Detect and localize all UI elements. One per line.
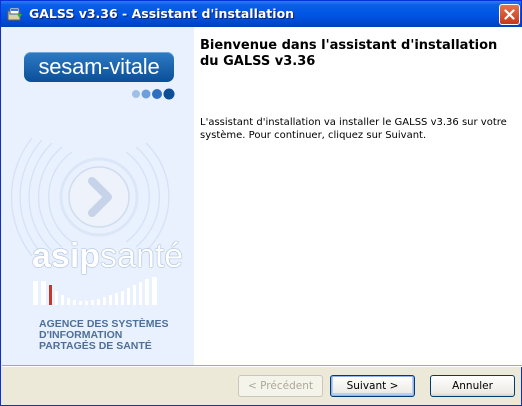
close-icon [504,5,515,24]
next-button[interactable]: Suivant > [330,375,415,397]
barcode-bars-icon [33,277,157,305]
window-title: GALSS v3.36 - Assistant d'installation [29,6,295,21]
installer-window: GALSS v3.36 - Assistant d'installation s… [0,0,522,406]
logo-dots-icon [132,88,175,100]
installer-icon [7,6,23,22]
back-button[interactable]: < Précédent [238,375,323,397]
welcome-heading: Bienvenue dans l'assistant d'installatio… [200,38,498,69]
agency-line: PARTAGÉS DE SANTÉ [39,340,152,352]
welcome-content: Bienvenue dans l'assistant d'installatio… [194,27,522,365]
button-separator [2,365,522,367]
asip-logo-bold: asip [32,237,101,275]
welcome-body: L'assistant d'installation va installer … [200,117,507,141]
cancel-button[interactable]: Annuler [430,375,515,397]
close-button[interactable] [499,4,520,25]
asip-sante-logo: asipsanté [32,237,183,276]
asip-logo-regular: santé [100,237,184,275]
sesam-vitale-logo: sesam-vitale [24,52,174,82]
agency-name: AGENCE DES SYSTÈMES D'INFORMATION PARTAG… [39,319,189,352]
branding-panel: sesam-vitale asipsanté AGENCE DES SYSTÈM… [2,27,194,365]
sesam-vitale-logo-text: sesam-vitale [38,54,160,79]
title-bar[interactable]: GALSS v3.36 - Assistant d'installation [1,1,521,27]
